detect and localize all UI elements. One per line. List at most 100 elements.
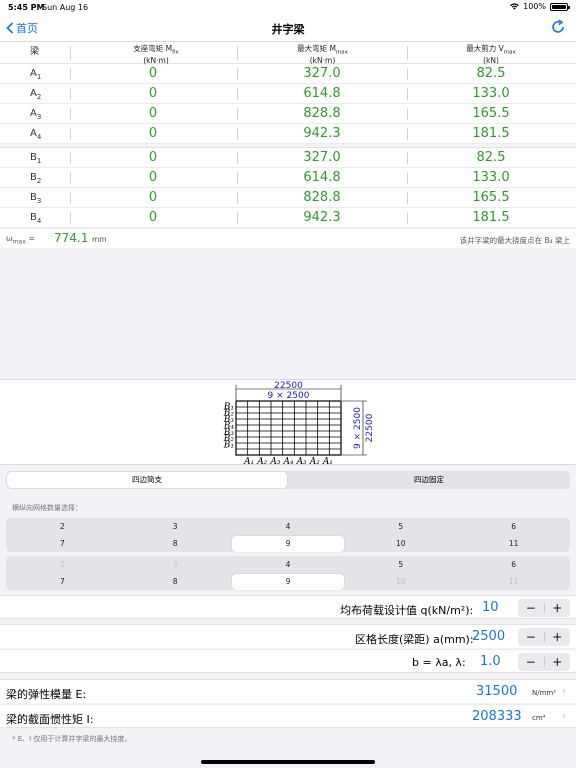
- grid-option-5[interactable]: 5: [344, 519, 457, 535]
- page-title: 井字梁: [271, 23, 305, 36]
- fix-moment-value: 0: [148, 150, 158, 165]
- grid-option-11[interactable]: 11: [457, 574, 570, 590]
- max-shear-value: 181.5: [472, 210, 510, 225]
- deflection-note: 该井字梁的最大挠度点在 B₄ 梁上: [459, 236, 570, 245]
- grid-outline: [235, 400, 342, 456]
- modulus-row[interactable]: 梁的弹性模量 E: 31500 N/mm² ›: [0, 679, 576, 703]
- support-fixed[interactable]: 四边固定: [289, 472, 569, 488]
- status-time: 5:45 PM: [8, 3, 45, 12]
- max-shear-value: 181.5: [472, 126, 510, 141]
- fix-moment-value: 0: [148, 190, 158, 205]
- ratio-row: b = λa, λ: 1.0 − +: [0, 649, 576, 673]
- chevron-right-icon: ›: [562, 711, 566, 722]
- load-increment-button[interactable]: +: [545, 599, 571, 617]
- inertia-row[interactable]: 梁的截面惯性矩 I: 208333 cm⁴ ›: [0, 704, 576, 728]
- beam-name: B1: [30, 152, 42, 165]
- grid-option-8[interactable]: 8: [119, 574, 232, 590]
- beam-label-a: A₁: [243, 457, 254, 466]
- load-decrement-button[interactable]: −: [518, 599, 544, 617]
- grid-count-label: 横纵向网格数量选择：: [12, 504, 82, 512]
- max-moment-value: 327.0: [303, 66, 341, 81]
- table-row: B2 0 614.8 133.0: [0, 168, 576, 188]
- grid-beam-diagram: 22500 9 × 2500 9 × 2500 22500 B₁ B₂ B₃ B₄ B₃ B₂ B₁…: [0, 379, 576, 467]
- grid-option-2[interactable]: 2: [6, 519, 119, 535]
- max-moment-value: 327.0: [303, 150, 341, 165]
- max-moment-value: 828.8: [303, 106, 341, 121]
- span-value: 2500: [472, 629, 506, 644]
- grid-option-10[interactable]: 10: [344, 574, 457, 590]
- grid-option-4[interactable]: 4: [232, 557, 345, 573]
- grid-option-3[interactable]: 3: [119, 519, 232, 535]
- max-moment-value: 614.8: [303, 170, 341, 185]
- support-type-segment: 四边简支 四边固定: [6, 471, 570, 489]
- dimension-right-division: 9 × 2500: [353, 407, 363, 449]
- results-table: 梁 支座弯矩 Mfix (kN·m) 最大弯矩 Mmax (kN·m) 最大剪力…: [0, 42, 576, 248]
- beam-label-b: B₁: [223, 440, 234, 450]
- grid-option-11[interactable]: 11: [457, 536, 570, 552]
- fix-moment-value: 0: [148, 210, 158, 225]
- refresh-icon[interactable]: [550, 19, 566, 35]
- status-bar: 5:45 PM Sun Aug 16 100%: [0, 0, 576, 14]
- table-row: A3 0 828.8 165.5: [0, 104, 576, 124]
- max-shear-value: 82.5: [476, 150, 506, 165]
- deflection-value: 774.1: [54, 231, 89, 245]
- grid-diagram-svg: 225009 × 25009 × 2500 22500B₁B₂B₃B₄B₃B₂B₁…: [223, 381, 375, 467]
- table-row: B1 0 327.0 82.5: [0, 148, 576, 168]
- beam-label-a: A₁: [322, 457, 333, 466]
- fix-moment-value: 0: [148, 86, 158, 101]
- beam-name: A4: [30, 128, 42, 141]
- ratio-label: b = λa, λ:: [412, 656, 466, 669]
- grid-option-9[interactable]: 9: [231, 573, 345, 590]
- fix-moment-value: 0: [148, 66, 158, 81]
- ratio-increment-button[interactable]: +: [545, 653, 571, 671]
- ratio-stepper: − +: [518, 653, 570, 671]
- load-value: 10: [482, 600, 499, 615]
- ratio-decrement-button[interactable]: −: [518, 653, 544, 671]
- dimension-right-total: 22500: [365, 413, 375, 442]
- grid-option-6[interactable]: 6: [457, 557, 570, 573]
- grid-count-selector-1: 2 3 4 5 6 7 8 9 10 11: [6, 518, 570, 552]
- modulus-label: 梁的弹性模量 E:: [6, 688, 87, 701]
- grid-option-4[interactable]: 4: [232, 519, 345, 535]
- max-moment-value: 942.3: [303, 210, 341, 225]
- grid-option-7[interactable]: 7: [6, 574, 119, 590]
- load-stepper: − +: [518, 599, 570, 617]
- max-moment-value: 942.3: [303, 126, 341, 141]
- table-row: B3 0 828.8 165.5: [0, 188, 576, 208]
- header-max-moment: 最大弯矩 Mmax (kN·m): [297, 44, 348, 65]
- span-decrement-button[interactable]: −: [518, 628, 544, 646]
- status-date: Sun Aug 16: [42, 3, 89, 12]
- beam-name: A2: [30, 88, 42, 101]
- max-moment-value: 828.8: [303, 190, 341, 205]
- chevron-right-icon: ›: [562, 686, 566, 697]
- grid-option-7[interactable]: 7: [6, 536, 119, 552]
- max-moment-value: 614.8: [303, 86, 341, 101]
- status-right: 100%: [510, 2, 570, 11]
- grid-option-3[interactable]: 3: [119, 557, 232, 573]
- fix-moment-value: 0: [148, 106, 158, 121]
- max-shear-value: 82.5: [476, 66, 506, 81]
- grid-option-8[interactable]: 8: [119, 536, 232, 552]
- battery-icon: [550, 2, 570, 11]
- fix-moment-value: 0: [148, 170, 158, 185]
- grid-option-10[interactable]: 10: [344, 536, 457, 552]
- grid-option-2[interactable]: 2: [6, 557, 119, 573]
- group-a-rows: A1 0 327.0 82.5 A2 0 614.8 133.0 A3 0 828.8 165.5 A4…: [0, 64, 576, 144]
- modulus-unit: N/mm²: [532, 689, 557, 697]
- battery-percent: 100%: [523, 2, 546, 11]
- deflection-label: ωmax =: [6, 234, 36, 246]
- beam-label-a: A₂: [309, 457, 320, 466]
- header-fix-moment: 支座弯矩 Mfix (kN·m): [133, 44, 179, 65]
- ratio-value: 1.0: [480, 654, 501, 669]
- grid-option-5[interactable]: 5: [344, 557, 457, 573]
- table-row: B4 0 942.3 181.5: [0, 208, 576, 228]
- grid-option-9[interactable]: 9: [231, 535, 345, 552]
- load-row: 均布荷载设计值 q(kN/m²): 10 − +: [0, 595, 576, 619]
- max-shear-value: 165.5: [472, 190, 510, 205]
- beam-name: B4: [30, 212, 42, 225]
- grid-option-6[interactable]: 6: [457, 519, 570, 535]
- span-increment-button[interactable]: +: [545, 628, 571, 646]
- table-row: A4 0 942.3 181.5: [0, 124, 576, 144]
- dimension-top-total: 22500: [274, 381, 303, 391]
- support-simply-supported[interactable]: 四边简支: [7, 472, 287, 488]
